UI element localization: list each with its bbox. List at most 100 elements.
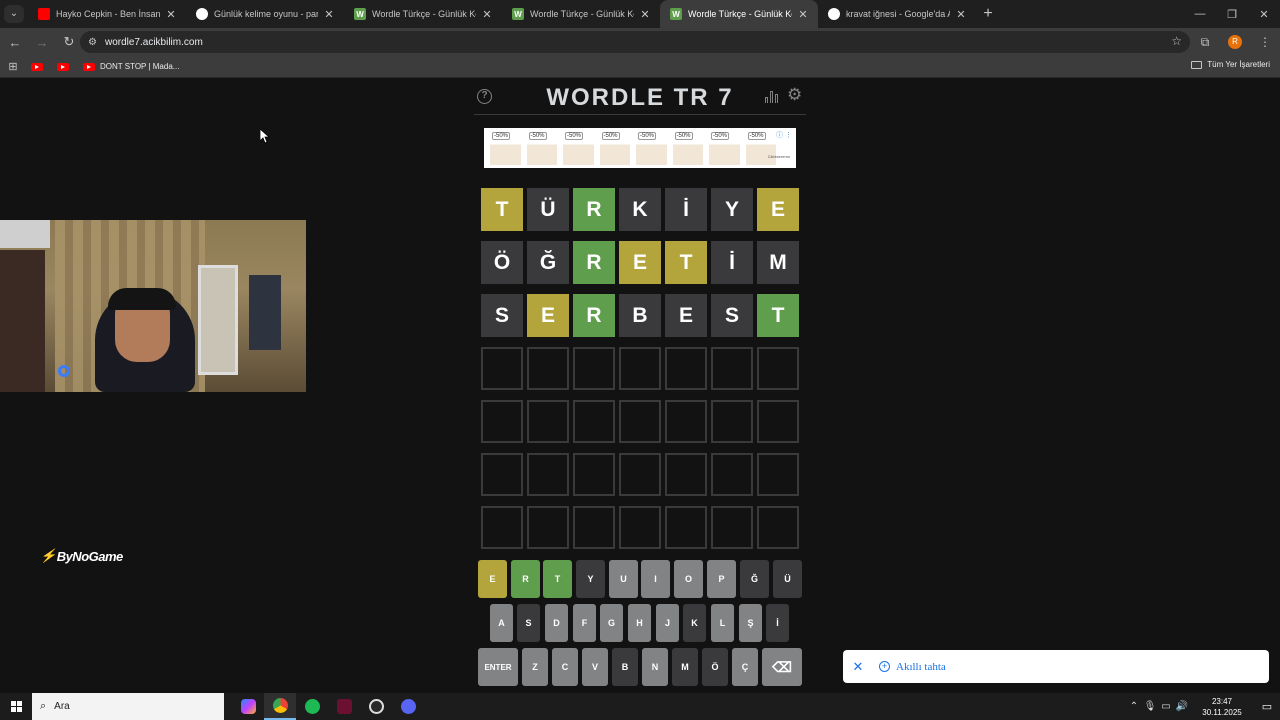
ad-product[interactable]: -50%: [526, 131, 557, 165]
board-tile: [573, 506, 615, 549]
bookmark-item[interactable]: [52, 62, 74, 71]
stats-icon[interactable]: [765, 90, 779, 103]
close-tab-icon[interactable]: ✕: [638, 8, 652, 21]
keyboard-key[interactable]: I: [641, 560, 670, 598]
keyboard-key[interactable]: F: [573, 604, 596, 642]
new-tab-button[interactable]: +: [976, 5, 1000, 23]
tab-search-button[interactable]: ⌄: [0, 0, 28, 28]
board-tile: T: [665, 241, 707, 284]
video-editor-icon: [336, 699, 352, 714]
close-tab-icon[interactable]: ✕: [480, 8, 494, 21]
browser-tab[interactable]: kravat iğnesi - Google'da Ara ✕: [818, 0, 976, 28]
keyboard-key[interactable]: L: [711, 604, 734, 642]
keyboard-key[interactable]: İ: [766, 604, 789, 642]
keyboard-key[interactable]: P: [707, 560, 736, 598]
keyboard-key[interactable]: O: [674, 560, 703, 598]
keyboard-key[interactable]: C: [552, 648, 578, 686]
ad-product[interactable]: -50%: [599, 131, 630, 165]
keyboard-key[interactable]: N: [642, 648, 668, 686]
board-row: [481, 506, 801, 549]
ad-product[interactable]: -50%: [745, 131, 776, 165]
keyboard-key[interactable]: J: [656, 604, 679, 642]
keyboard-key[interactable]: D: [545, 604, 568, 642]
volume-icon[interactable]: 🔊: [1174, 701, 1190, 712]
air-conditioner: [0, 220, 50, 248]
apps-grid-icon[interactable]: ⊞: [0, 60, 26, 73]
extensions-icon[interactable]: ⧉: [1190, 35, 1220, 50]
reload-button[interactable]: ↻: [57, 30, 81, 54]
keyboard-key[interactable]: Ö: [702, 648, 728, 686]
chevron-up-icon[interactable]: ⌃: [1126, 701, 1142, 712]
menu-icon[interactable]: ⋮: [1250, 35, 1280, 49]
notification-icon[interactable]: ▭: [1254, 700, 1280, 713]
keyboard-key[interactable]: T: [543, 560, 572, 598]
parolla-icon: [196, 8, 208, 20]
keyboard-key[interactable]: Ş: [739, 604, 762, 642]
keyboard-key[interactable]: Y: [576, 560, 605, 598]
bookmark-item[interactable]: [26, 62, 48, 71]
bookmark-item[interactable]: DONT STOP | Mada...: [78, 62, 179, 71]
bookmark-star-icon[interactable]: ☆: [1171, 34, 1182, 48]
forward-button[interactable]: →: [30, 30, 54, 54]
spotify-app[interactable]: [296, 693, 328, 720]
ad-product[interactable]: -50%: [490, 131, 521, 165]
profile-avatar[interactable]: R: [1228, 35, 1242, 49]
close-tab-icon[interactable]: ✕: [954, 8, 968, 21]
keyboard-key[interactable]: H: [628, 604, 651, 642]
browser-tab[interactable]: W Wordle Türkçe - Günlük Kelime ✕: [660, 0, 818, 28]
discount-badge: -50%: [565, 132, 584, 140]
browser-tab[interactable]: W Wordle Türkçe - Günlük Kelime ✕: [344, 0, 502, 28]
minimize-button[interactable]: —: [1184, 0, 1216, 28]
keyboard-key[interactable]: Ü: [773, 560, 802, 598]
backspace-key[interactable]: ⌫: [762, 648, 802, 686]
keyboard-key[interactable]: V: [582, 648, 608, 686]
keyboard-key[interactable]: E: [478, 560, 507, 598]
board-tile: [757, 347, 799, 390]
keyboard-key[interactable]: Ç: [732, 648, 758, 686]
keyboard-key[interactable]: Z: [522, 648, 548, 686]
gear-icon[interactable]: ⚙: [787, 85, 802, 105]
copilot-app[interactable]: [232, 693, 264, 720]
taskbar-search[interactable]: ⌕ Ara: [32, 693, 224, 720]
address-bar[interactable]: ⚙ wordle7.acikbilim.com ☆: [80, 31, 1190, 53]
close-tab-icon[interactable]: ✕: [322, 8, 336, 21]
ad-product[interactable]: -50%: [636, 131, 667, 165]
ad-product[interactable]: -50%: [563, 131, 594, 165]
browser-tab[interactable]: Günlük kelime oyunu - parolla ✕: [186, 0, 344, 28]
site-info-icon[interactable]: ⚙: [88, 37, 97, 48]
clock[interactable]: 23:47 30.11.2025: [1194, 696, 1250, 718]
keyboard-key[interactable]: S: [517, 604, 540, 642]
smart-board-toast[interactable]: ✕ + Akıllı tahta: [843, 650, 1269, 683]
keyboard-key[interactable]: G: [600, 604, 623, 642]
keyboard-key[interactable]: B: [612, 648, 638, 686]
close-icon[interactable]: ✕: [843, 659, 873, 675]
all-bookmarks-button[interactable]: Tüm Yer İşaretleri: [1191, 60, 1270, 69]
close-tab-icon[interactable]: ✕: [796, 8, 810, 21]
ad-banner[interactable]: -50% -50% -50% -50% -50% -50% -50% -50% ⓘ ⋮ Cil…: [484, 128, 796, 168]
browser-tab[interactable]: W Wordle Türkçe - Günlük Kelime ✕: [502, 0, 660, 28]
keyboard-key[interactable]: K: [683, 604, 706, 642]
ad-product[interactable]: -50%: [672, 131, 703, 165]
tab-title: Hayko Cepkin - Ben İnsan Değ: [56, 9, 160, 19]
enter-key[interactable]: ENTER: [478, 648, 518, 686]
chrome-app[interactable]: [264, 693, 296, 720]
close-tab-icon[interactable]: ✕: [164, 8, 178, 21]
keyboard-key[interactable]: R: [511, 560, 540, 598]
video-editor-app[interactable]: [328, 693, 360, 720]
close-window-button[interactable]: ✕: [1248, 0, 1280, 28]
restore-button[interactable]: ❐: [1216, 0, 1248, 28]
keyboard-key[interactable]: M: [672, 648, 698, 686]
browser-tab[interactable]: Hayko Cepkin - Ben İnsan Değ ✕: [28, 0, 186, 28]
back-button[interactable]: ←: [3, 30, 27, 54]
microphone-icon[interactable]: 🎙: [1142, 701, 1158, 712]
keyboard-key[interactable]: U: [609, 560, 638, 598]
keyboard-key[interactable]: Ğ: [740, 560, 769, 598]
discord-app[interactable]: [392, 693, 424, 720]
ad-info-icon[interactable]: ⓘ ⋮: [776, 130, 792, 140]
network-icon[interactable]: ▭: [1158, 701, 1174, 712]
keyboard-key[interactable]: A: [490, 604, 513, 642]
ad-product[interactable]: -50%: [709, 131, 740, 165]
obs-app[interactable]: [360, 693, 392, 720]
youtube-icon: [83, 62, 95, 71]
start-button[interactable]: [0, 693, 32, 720]
